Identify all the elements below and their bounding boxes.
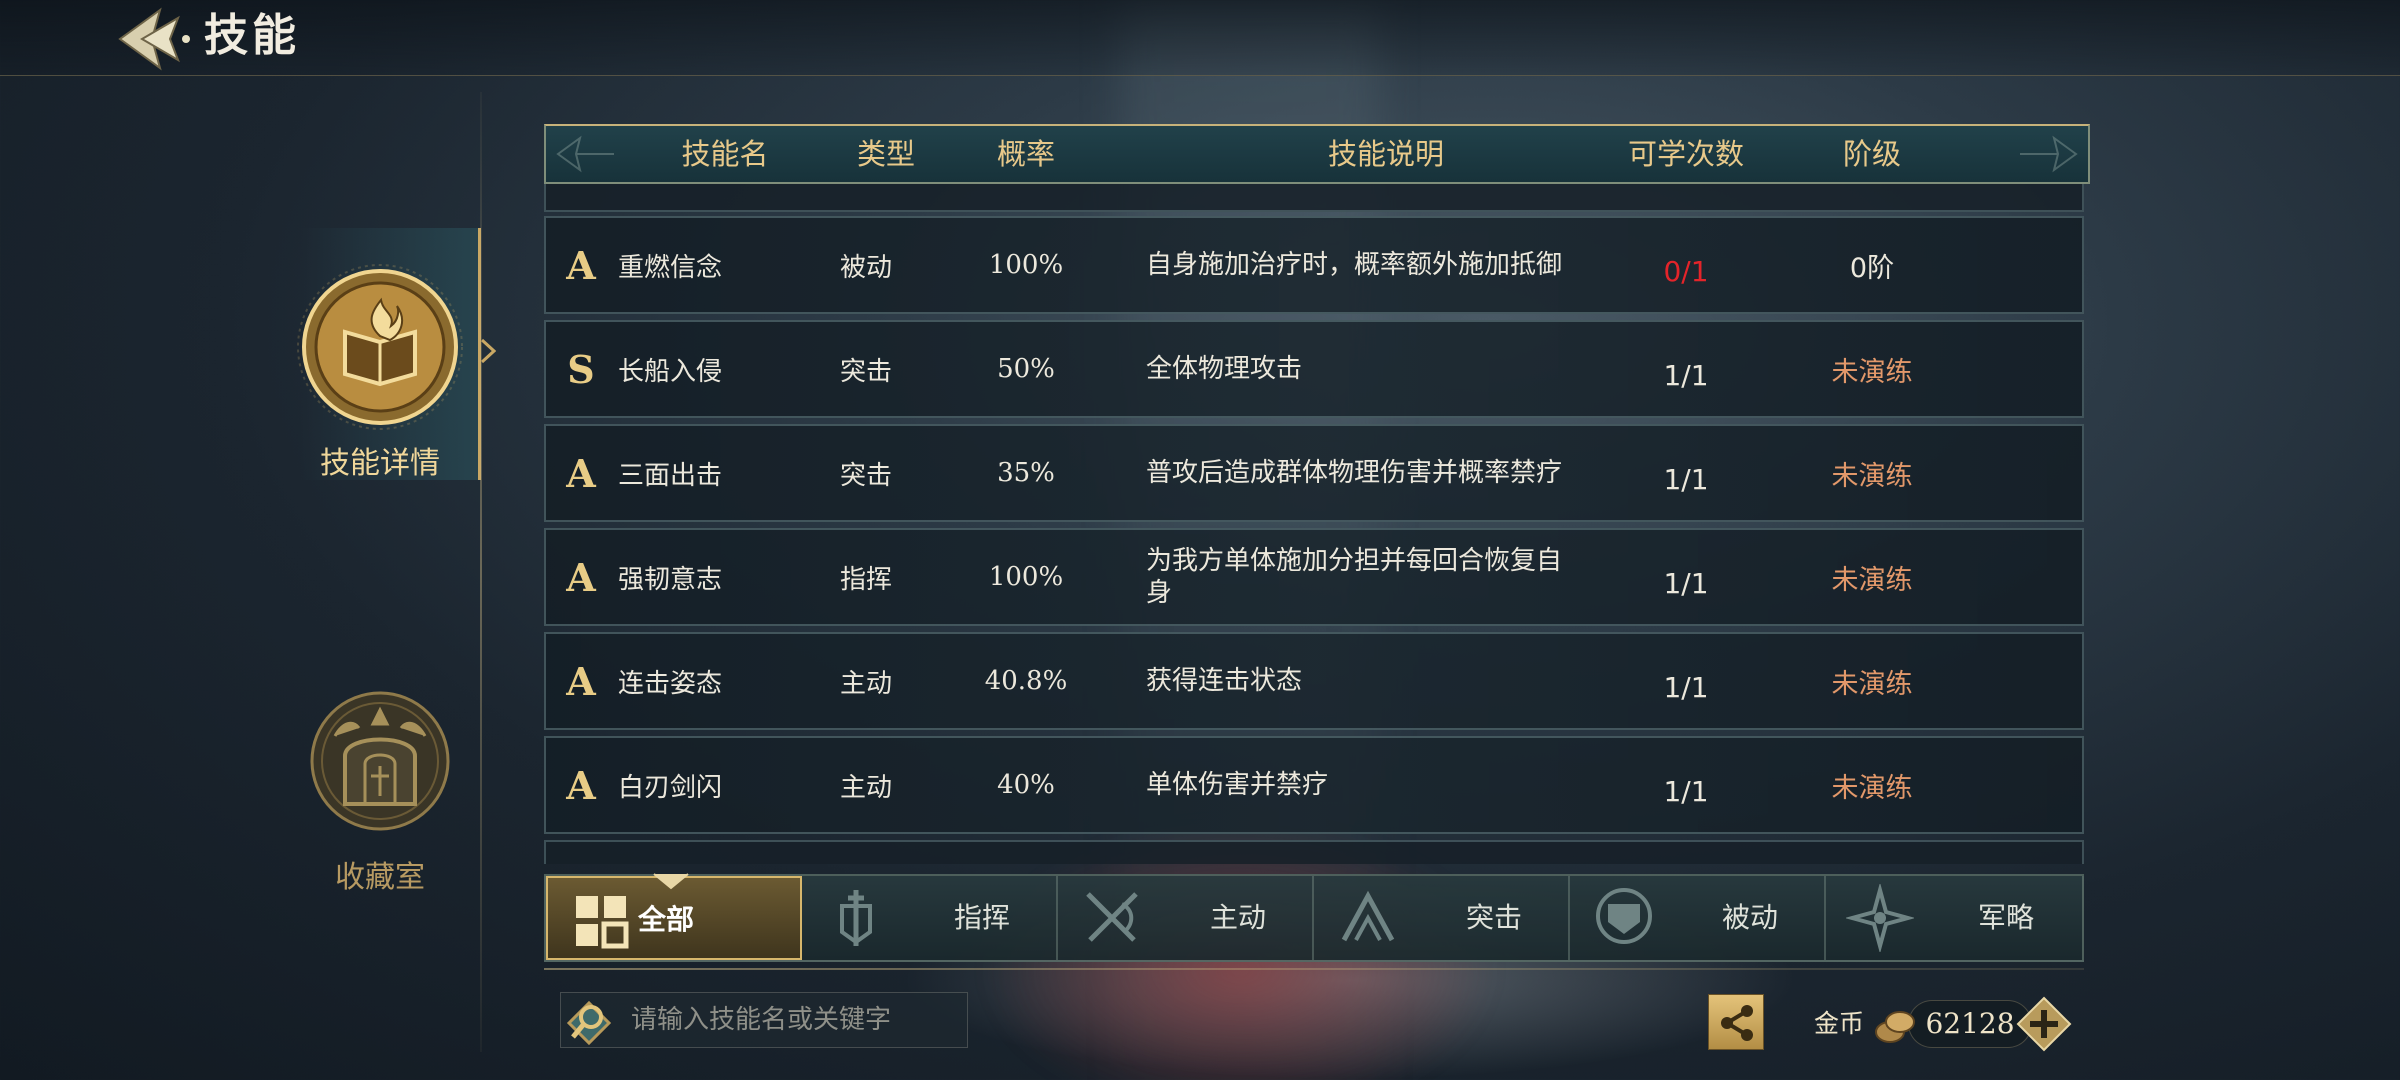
grade-badge: A (566, 658, 596, 704)
skill-table: 技能名 类型 概率 技能说明 可学次数 阶级 A 重燃信念 被动 100% 自身… (544, 124, 2090, 864)
arrow-chevron-icon (1341, 890, 1395, 942)
sidebar-item-label: 收藏室 (335, 860, 425, 895)
grid-icon (576, 896, 629, 949)
skill-stage: 未演练 (1831, 668, 1913, 700)
sidebar-divider (480, 92, 482, 1052)
bottom-divider (544, 968, 2084, 970)
learnable-count: 1/1 (1663, 462, 1709, 496)
tab-label: 主动 (1209, 901, 1266, 934)
tab-label: 被动 (1721, 901, 1778, 934)
crossed-swords-icon (1086, 892, 1138, 942)
table-row[interactable]: A 强韧意志 指挥 100% 为我方单体施加分担并每回合恢复自身 1/1 未演练 (544, 528, 2084, 626)
table-row[interactable]: A 三面出击 突击 35% 普攻后造成群体物理伤害并概率禁疗 1/1 未演练 (544, 424, 2084, 522)
sidebar-item-label: 技能详情 (320, 446, 440, 481)
skill-probability: 100% (988, 562, 1064, 592)
skill-stage: 未演练 (1831, 460, 1913, 492)
learnable-count: 1/1 (1663, 358, 1709, 392)
skill-type: 主动 (839, 772, 892, 803)
gold-coins-icon (1875, 1011, 1915, 1043)
skill-description: 自身施加治疗时，概率额外施加抵御 (1146, 250, 1563, 280)
skill-probability: 40% (997, 770, 1055, 800)
sidebar-item-collection[interactable]: 收藏室 (280, 676, 480, 896)
active-tab-indicator-icon (653, 873, 689, 890)
table-row[interactable]: A 连击姿态 主动 40.8% 获得连击状态 1/1 未演练 (544, 632, 2084, 730)
tab-label: 指挥 (953, 901, 1010, 934)
skill-description: 获得连击状态 (1146, 666, 1303, 696)
search-icon (566, 1000, 612, 1046)
tab-command[interactable]: 指挥 (802, 876, 1058, 960)
flame-book-emblem-icon (297, 264, 463, 430)
skill-description: 全体物理攻击 (1146, 354, 1303, 384)
skill-type-filter-tabs: 全部 指挥 主动 突击 被动 军略 (544, 874, 2084, 962)
search-input[interactable] (631, 999, 951, 1041)
tab-label: 全部 (638, 903, 695, 936)
learnable-count: 1/1 (1663, 774, 1709, 808)
shrine-emblem-icon (310, 691, 450, 831)
skill-type: 被动 (839, 252, 892, 283)
top-bar: 技能 (0, 0, 2400, 76)
grade-badge: S (567, 346, 595, 392)
table-row[interactable]: A 白刃剑闪 主动 40% 单体伤害并禁疗 1/1 未演练 (544, 736, 2084, 834)
tab-active-skill[interactable]: 主动 (1058, 876, 1314, 960)
tab-passive[interactable]: 被动 (1570, 876, 1826, 960)
skill-probability: 100% (988, 250, 1064, 280)
skill-probability: 50% (997, 354, 1055, 384)
learnable-count: 1/1 (1663, 566, 1709, 600)
tab-label: 军略 (1977, 901, 2034, 934)
sidebar-item-skill-details[interactable]: 技能详情 (280, 262, 480, 482)
column-header-learnable: 可学次数 (1627, 137, 1744, 171)
skill-description: 单体伤害并禁疗 (1146, 770, 1329, 800)
table-row-partial (544, 840, 2084, 864)
grade-badge: A (566, 762, 596, 808)
share-button[interactable] (1708, 994, 1764, 1050)
page-title: 技能 (204, 10, 300, 61)
grade-badge: A (566, 450, 596, 496)
table-rows-scroll[interactable]: A 重燃信念 被动 100% 自身施加治疗时，概率额外施加抵御 0/1 0阶 S… (544, 184, 2090, 864)
banner-sword-icon (840, 890, 872, 946)
column-header-name: 技能名 (681, 137, 769, 171)
compass-star-icon (1846, 884, 1914, 952)
add-coins-button[interactable] (2016, 996, 2072, 1052)
learnable-count: 1/1 (1663, 670, 1709, 704)
table-row[interactable]: S 长船入侵 突击 50% 全体物理攻击 1/1 未演练 (544, 320, 2084, 418)
grade-badge: A (566, 554, 596, 600)
table-row-partial (544, 184, 2084, 212)
share-icon (1721, 1005, 1753, 1041)
skill-stage: 未演练 (1831, 772, 1913, 804)
table-header: 技能名 类型 概率 技能说明 可学次数 阶级 (544, 124, 2090, 184)
back-button[interactable] (112, 4, 192, 74)
skill-stage: 未演练 (1831, 564, 1913, 596)
table-row[interactable]: A 重燃信念 被动 100% 自身施加治疗时，概率额外施加抵御 0/1 0阶 (544, 216, 2084, 314)
skill-stage: 未演练 (1831, 356, 1913, 388)
search-box (560, 992, 968, 1048)
column-header-description: 技能说明 (1327, 137, 1444, 171)
skill-description: 普攻后造成群体物理伤害并概率禁疗 (1146, 458, 1563, 488)
coin-label: 金币 (1814, 1009, 1865, 1038)
column-header-probability: 概率 (996, 137, 1055, 171)
grade-badge: A (566, 242, 596, 288)
column-header-type: 类型 (856, 137, 915, 171)
skill-stage: 0阶 (1849, 252, 1895, 284)
shield-icon (1596, 888, 1652, 944)
coin-value: 62128 (1925, 1007, 2015, 1040)
skill-description: 为我方单体施加分担并每回合恢复自身 (1146, 546, 1563, 608)
skill-probability: 35% (997, 458, 1055, 488)
column-header-stage: 阶级 (1842, 137, 1901, 171)
plus-icon (2016, 996, 2072, 1052)
skill-type: 突击 (839, 460, 892, 491)
header-ornament-right-icon (2020, 135, 2078, 173)
tab-label: 突击 (1465, 901, 1522, 934)
learnable-count: 0/1 (1663, 254, 1709, 288)
tab-strategy[interactable]: 军略 (1826, 876, 2082, 960)
skill-probability: 40.8% (984, 666, 1068, 696)
skill-type: 指挥 (839, 564, 892, 595)
skill-type: 主动 (839, 668, 892, 699)
sidebar-pointer-icon (480, 338, 496, 364)
back-arrow-icon (118, 7, 190, 71)
tab-assault[interactable]: 突击 (1314, 876, 1570, 960)
skill-type: 突击 (839, 356, 892, 387)
